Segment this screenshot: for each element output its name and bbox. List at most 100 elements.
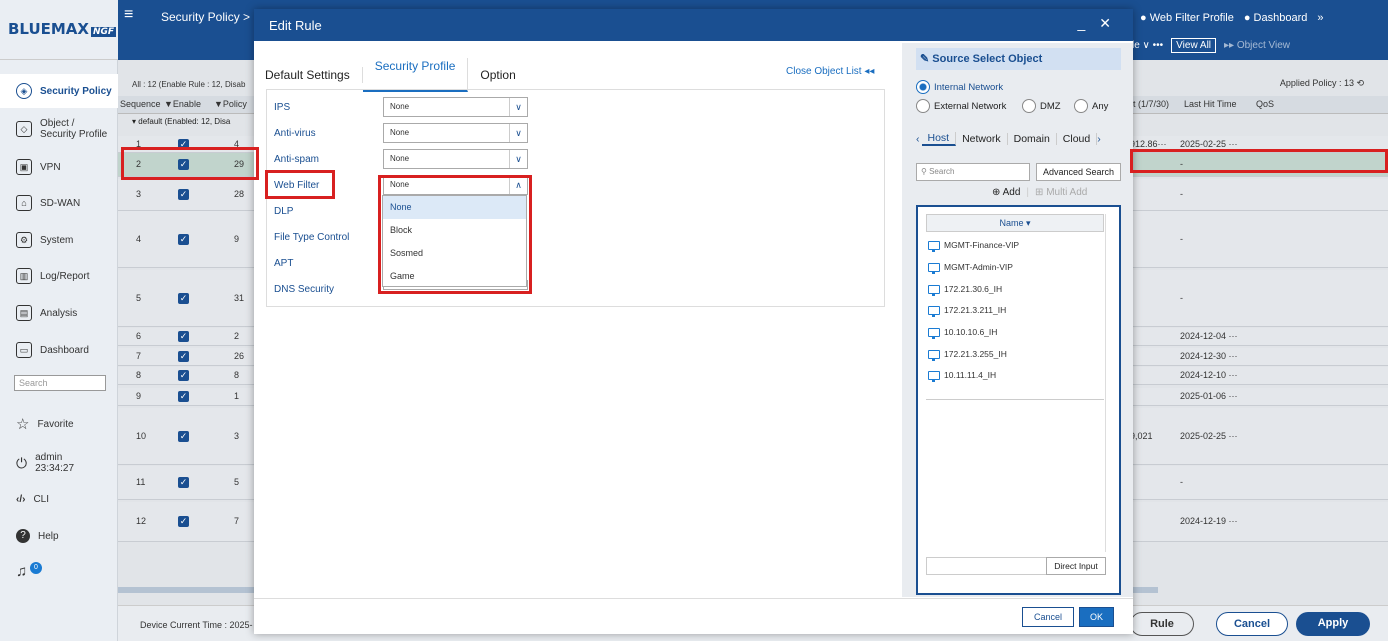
list-item[interactable]: 10.11.11.4_IH (928, 370, 996, 382)
tab-dashboard[interactable]: ● Dashboard (1244, 12, 1308, 24)
dialog-cancel-button[interactable]: Cancel (1022, 607, 1074, 627)
enable-checkbox[interactable]: ✓ (178, 351, 189, 362)
cell-policy: 8 (234, 370, 240, 380)
view-all-button[interactable]: View All (1171, 38, 1217, 53)
enable-checkbox[interactable]: ✓ (178, 391, 189, 402)
chevron-down-icon: ∨ (509, 150, 527, 168)
tab-network[interactable]: Network (956, 133, 1008, 145)
sidebar-item-admin[interactable]: ⏻ admin 23:34:27 (0, 445, 118, 481)
enable-checkbox[interactable]: ✓ (178, 516, 189, 527)
column-name-header[interactable]: Name ▾ (926, 214, 1104, 232)
list-item[interactable]: MGMT-Admin-VIP (928, 262, 1013, 274)
field-label-ips: IPS (274, 102, 291, 113)
add-actions: ⊕ Add | ⊞ Multi Add (992, 187, 1088, 198)
sidebar-search-input[interactable]: Search (14, 375, 106, 391)
applied-policy: Applied Policy : 13 ⟲ (1279, 78, 1364, 88)
multi-add-button[interactable]: ⊞ Multi Add (1035, 187, 1087, 198)
sidebar-item-security-policy[interactable]: ◈ Security Policy (0, 74, 118, 108)
device-time: Device Current Time : 2025- (140, 620, 253, 630)
enable-checkbox[interactable]: ✓ (178, 292, 189, 304)
col-qos[interactable]: QoS (1256, 99, 1274, 109)
tab-domain[interactable]: Domain (1008, 133, 1057, 145)
enable-checkbox[interactable]: ✓ (178, 430, 189, 442)
rule-button[interactable]: Rule (1130, 612, 1194, 636)
col-enable[interactable]: ▼Enable (164, 99, 201, 109)
cell-sequence: 4 (136, 233, 142, 244)
gear-icon: ⚙ (16, 232, 32, 248)
cell-sequence: 9 (136, 391, 142, 401)
shield-icon: ◈ (16, 83, 32, 99)
sidebar-item-system[interactable]: ⚙ System (0, 223, 118, 257)
sidebar-item-analysis[interactable]: ▤ Analysis (0, 296, 118, 330)
radio-internal-network[interactable]: Internal Network (916, 80, 1003, 94)
menu-icon[interactable]: ≡ (124, 6, 133, 24)
sidebar-item-help[interactable]: ? Help (0, 519, 118, 553)
enable-checkbox[interactable]: ✓ (178, 189, 189, 200)
host-icon (928, 284, 940, 296)
cell-last-hit: 2024-12-10 ··· (1180, 370, 1238, 380)
radio-external-network[interactable]: External Network (916, 99, 1006, 113)
minimize-button[interactable]: _ (1077, 15, 1085, 32)
enable-checkbox[interactable]: ✓ (178, 331, 189, 342)
cell-hit-count: 912.86··· (1130, 139, 1167, 149)
cell-sequence: 7 (136, 351, 142, 361)
highlight-web-filter-label (265, 170, 335, 199)
dialog-ok-button[interactable]: OK (1079, 607, 1114, 627)
object-search-input[interactable]: ⚲ Search (916, 163, 1030, 181)
cell-sequence: 3 (136, 189, 142, 199)
tab-cloud[interactable]: Cloud (1057, 133, 1098, 145)
enable-checkbox[interactable]: ✓ (178, 477, 189, 488)
tab-security-profile[interactable]: Security Profile (362, 58, 469, 92)
enable-checkbox[interactable]: ✓ (178, 233, 189, 245)
enable-checkbox[interactable]: ✓ (178, 370, 189, 381)
sidebar-item-vpn[interactable]: ▣ VPN (0, 150, 118, 184)
tabs-more-icon[interactable]: » (1317, 12, 1323, 24)
tab-web-filter-profile[interactable]: ● Web Filter Profile (1140, 12, 1234, 24)
list-scrollbar[interactable] (1105, 214, 1113, 552)
advanced-search-button[interactable]: Advanced Search (1036, 163, 1121, 181)
list-item[interactable]: MGMT-Finance-VIP (928, 240, 1019, 252)
list-item[interactable]: 172.21.3.255_IH (928, 349, 1007, 361)
radio-any[interactable]: Any (1074, 99, 1108, 113)
close-object-list-link[interactable]: Close Object List ◂◂ (786, 66, 874, 77)
object-view-button[interactable]: ▸▸ Object View (1224, 40, 1290, 51)
add-button[interactable]: ⊕ Add (992, 187, 1020, 198)
cell-policy: 7 (234, 516, 240, 526)
anti-virus-select[interactable]: None ∨ (383, 123, 528, 143)
anti-spam-select[interactable]: None ∨ (383, 149, 528, 169)
list-item[interactable]: 172.21.3.211_IH (928, 305, 1006, 317)
list-item[interactable]: 172.21.30.6_IH (928, 284, 1002, 296)
list-item[interactable]: 10.10.10.6_IH (928, 327, 997, 339)
sidebar-item-cli[interactable]: ‹/› CLI (0, 482, 118, 516)
col-policy[interactable]: ▼Policy (214, 99, 247, 109)
col-last-hit[interactable]: Last Hit Time (1184, 99, 1237, 109)
col-sequence[interactable]: Sequence (120, 99, 161, 109)
tab-default-settings[interactable]: Default Settings (265, 67, 363, 83)
rule-count: All : 12 (Enable Rule : 12, Disab (132, 80, 246, 89)
ips-select[interactable]: None ∨ (383, 97, 528, 117)
cell-last-hit: 2025-02-25 ··· (1180, 430, 1238, 441)
sidebar-item-sd-wan[interactable]: ⌂ SD-WAN (0, 186, 118, 220)
close-button[interactable]: ✕ (1099, 15, 1111, 32)
sidebar-item-log-report[interactable]: ▥ Log/Report (0, 259, 118, 293)
tab-option[interactable]: Option (468, 67, 527, 83)
cell-sequence: 6 (136, 331, 142, 341)
apply-button[interactable]: Apply (1296, 612, 1370, 636)
field-label-dns-security: DNS Security (274, 284, 335, 295)
cell-policy: 9 (234, 233, 240, 244)
radio-dmz[interactable]: DMZ (1022, 99, 1061, 113)
tab-host[interactable]: Host (921, 132, 957, 146)
col-hit[interactable]: t (1/7/30) (1133, 99, 1169, 109)
chevron-down-icon: ∨ (509, 98, 527, 116)
breadcrumb: Security Policy > (161, 10, 251, 24)
sidebar-item-favorite[interactable]: ☆ Favorite (0, 407, 118, 441)
more-menu[interactable]: le ∨ ••• (1132, 40, 1163, 51)
notification-bell-icon[interactable]: ♫ (0, 554, 118, 588)
cancel-button[interactable]: Cancel (1216, 612, 1288, 636)
group-row[interactable]: ▾ default (Enabled: 12, Disa (132, 117, 230, 126)
sidebar-item-dashboard[interactable]: ▭ Dashboard (0, 333, 118, 367)
multi-add-icon: ⊞ (1035, 187, 1047, 198)
chevron-right-icon[interactable]: › (1097, 133, 1101, 145)
direct-input-button[interactable]: Direct Input (1046, 557, 1106, 575)
sidebar-item-object[interactable]: ◇ Object / Security Profile (0, 112, 118, 146)
